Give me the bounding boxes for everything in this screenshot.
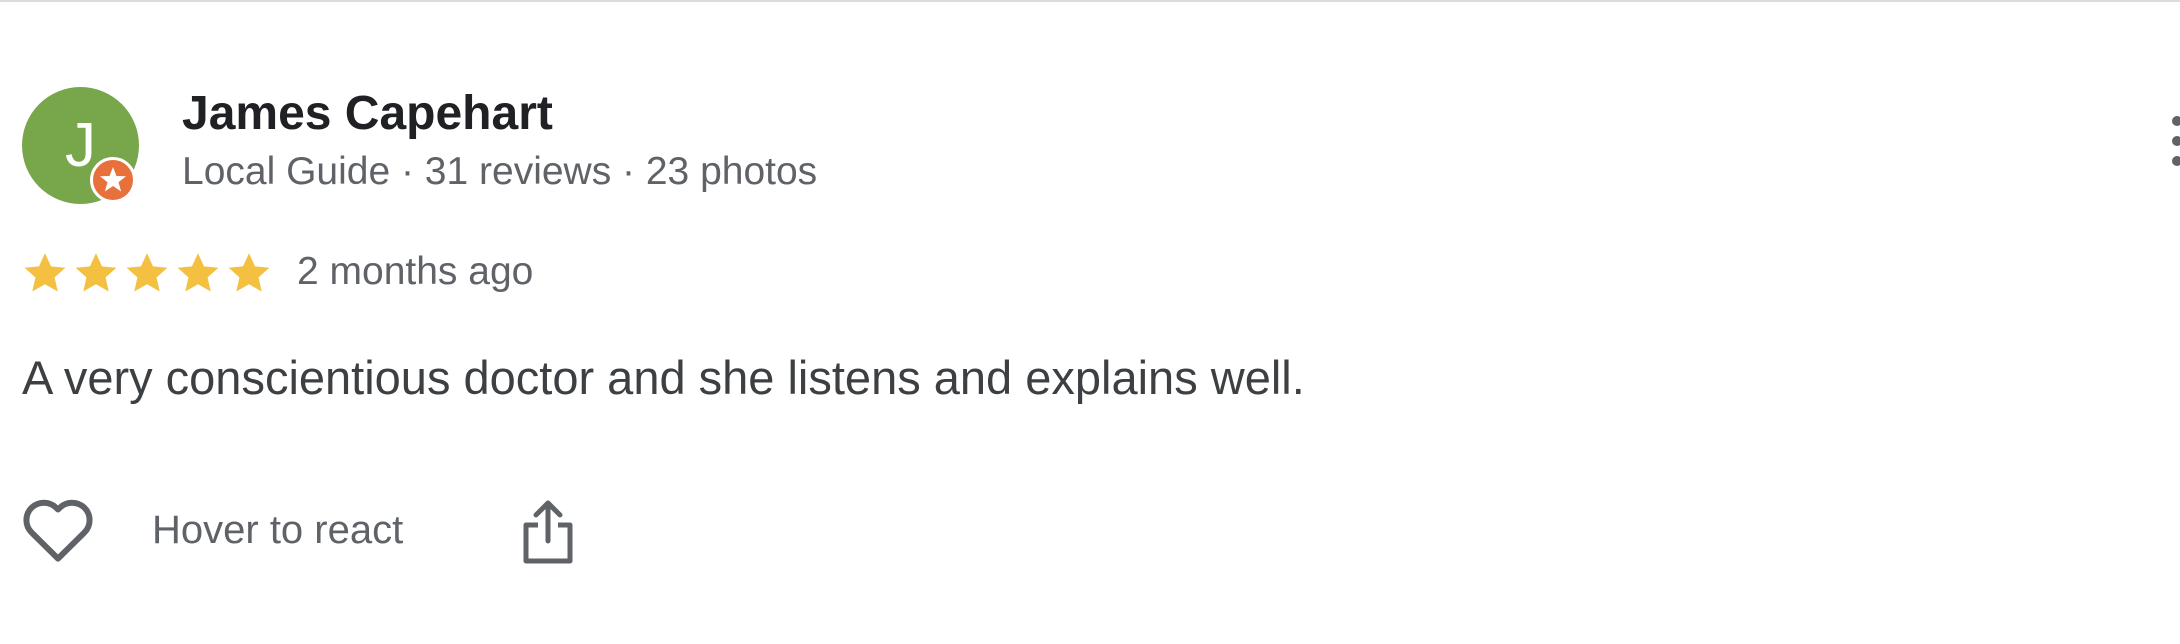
- react-button[interactable]: Hover to react: [20, 495, 403, 565]
- star-icon: [228, 253, 270, 292]
- react-label: Hover to react: [152, 507, 404, 552]
- star-rating: [20, 248, 274, 298]
- star-icon: [126, 253, 168, 292]
- review-text: A very conscientious doctor and she list…: [22, 351, 1305, 404]
- star-icon: [177, 253, 219, 292]
- star-icon: [75, 253, 117, 292]
- more-options-button[interactable]: [2168, 110, 2180, 190]
- local-guide-badge: [90, 157, 136, 203]
- more-vertical-icon: [2172, 116, 2180, 126]
- star-icon: [100, 167, 126, 192]
- review-date: 2 months ago: [297, 250, 534, 293]
- author-meta: Local Guide · 31 reviews · 23 photos: [182, 150, 818, 193]
- review-card: J James Capehart Local Guide · 31 review…: [0, 0, 2180, 644]
- share-button[interactable]: [521, 497, 575, 565]
- share-icon: [523, 500, 573, 564]
- heart-outline-icon: [20, 497, 96, 563]
- author-name[interactable]: James Capehart: [182, 86, 553, 141]
- star-icon: [24, 253, 66, 292]
